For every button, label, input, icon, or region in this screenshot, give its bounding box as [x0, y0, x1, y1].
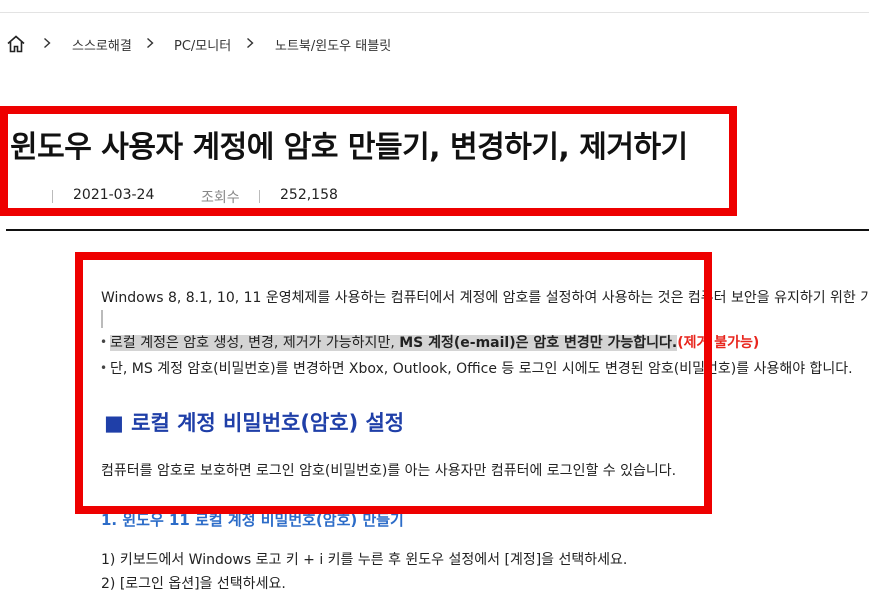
title-divider	[6, 229, 869, 231]
chevron-right-icon	[44, 37, 51, 49]
home-icon	[7, 35, 25, 53]
breadcrumb-item-pc-monitor[interactable]: PC/모니터	[174, 35, 231, 54]
breadcrumb-item-notebook-tablet[interactable]: 노트북/윈도우 태블릿	[275, 35, 391, 54]
step-1: 1) 키보드에서 Windows 로고 키 + i 키를 누른 후 윈도우 설정…	[101, 552, 628, 568]
annotation-box-content	[75, 252, 712, 514]
chevron-right-icon	[247, 37, 254, 49]
breadcrumb-item-self-help[interactable]: 스스로해결	[72, 35, 132, 54]
breadcrumb-home[interactable]	[6, 34, 26, 54]
chevron-right-icon	[147, 37, 154, 49]
step-2: 2) [로그인 옵션]을 선택하세요.	[101, 576, 286, 592]
top-header-border	[0, 0, 869, 13]
annotation-box-title	[0, 106, 737, 216]
